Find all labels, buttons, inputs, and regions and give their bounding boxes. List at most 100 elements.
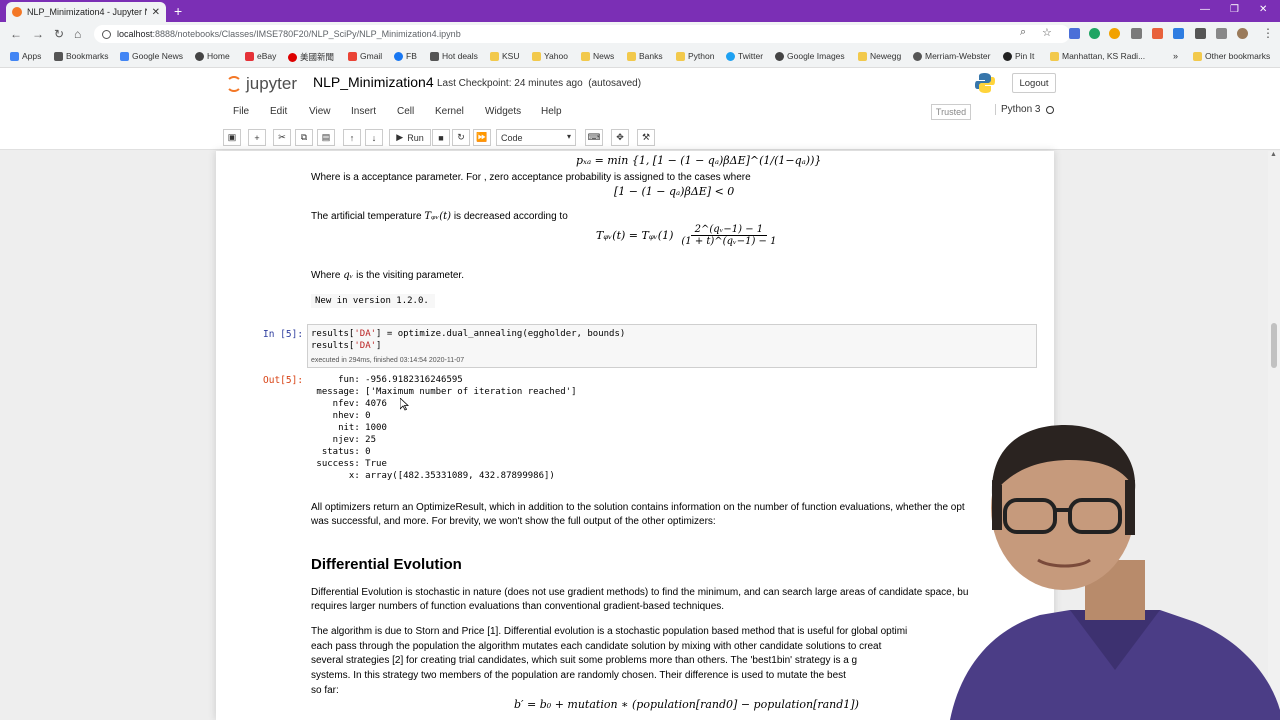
extension-icon[interactable] [1152, 28, 1163, 39]
save-icon[interactable]: ▣ [223, 129, 241, 146]
output-line: fun: -956.9182316246595 [311, 375, 463, 385]
bookmark-folder[interactable]: Python [676, 51, 714, 61]
bookmark-item[interactable]: FB [394, 51, 417, 61]
menu-help[interactable]: Help [541, 106, 562, 117]
cell-type-select[interactable]: Code ▾ [496, 129, 576, 146]
bookmark-folder[interactable]: Yahoo [532, 51, 568, 61]
move-up-icon[interactable]: ↑ [343, 129, 361, 146]
extensions-puzzle-icon[interactable] [1195, 28, 1206, 39]
bookmark-item[interactable]: Gmail [348, 51, 382, 61]
copy-icon[interactable]: ⧉ [295, 129, 313, 146]
hot-deals-icon [430, 51, 439, 61]
bookmark-item[interactable]: Apps [10, 51, 41, 61]
browser-tab-title: NLP_Minimization4 - Jupyter No [27, 7, 147, 17]
menu-cell[interactable]: Cell [397, 106, 414, 117]
paste-icon[interactable]: ▤ [317, 129, 335, 146]
bookmark-folder[interactable]: Banks [627, 51, 663, 61]
close-tab-icon[interactable]: ✕ [152, 7, 160, 18]
extension-icon[interactable] [1109, 28, 1120, 39]
toc-icon[interactable]: ✥ [611, 129, 629, 146]
output-prompt: Out[5]: [263, 375, 304, 386]
trusted-indicator[interactable]: Trusted [931, 104, 971, 120]
interrupt-icon[interactable]: ■ [432, 129, 450, 146]
output-line: x: array([482.35331089, 432.87899986]) [311, 471, 555, 481]
home-icon[interactable]: ⌂ [74, 27, 81, 41]
menu-insert[interactable]: Insert [351, 106, 376, 117]
minimize-window-icon[interactable]: — [1200, 4, 1210, 15]
reload-icon[interactable]: ↻ [54, 27, 64, 41]
restore-window-icon[interactable]: ❐ [1230, 4, 1239, 15]
bookmark-item[interactable]: Merriam-Webster [913, 51, 991, 61]
menu-kernel[interactable]: Kernel [435, 106, 464, 117]
bookmark-folder[interactable]: Manhattan, KS Radi... [1050, 51, 1145, 61]
tools-icon[interactable]: ⚒ [637, 129, 655, 146]
profile-avatar-icon[interactable] [1237, 28, 1248, 39]
run-button[interactable]: ▶ Run [389, 129, 431, 146]
ebay-icon [245, 51, 254, 61]
bookmark-item[interactable]: Google News [120, 51, 183, 61]
extension-icon[interactable] [1089, 28, 1100, 39]
menu-view[interactable]: View [309, 106, 331, 117]
extension-icon[interactable] [1069, 28, 1080, 39]
restart-icon[interactable]: ↻ [452, 129, 470, 146]
extension-icon[interactable] [1173, 28, 1184, 39]
paragraph-text: was successful, and more. For brevity, w… [311, 516, 716, 527]
forward-icon[interactable]: → [32, 27, 44, 41]
more-bookmarks-icon[interactable]: » [1173, 51, 1178, 61]
close-window-icon[interactable]: ✕ [1259, 4, 1267, 15]
temperature-formula: Tᵩᵥ(t) = Tᵩᵥ(1) 2^(qᵥ−1) − 1 (1 + t)^(qᵥ… [596, 224, 780, 247]
paragraph-text: Differential Evolution is stochastic in … [311, 587, 969, 598]
bookmark-folder[interactable]: Other bookmarks [1193, 51, 1270, 61]
browser-menu-icon[interactable]: ⋮ [1262, 26, 1274, 40]
bookmarks-bar: Apps Bookmarks Google News Home eBay 美國新… [0, 46, 1280, 68]
menu-edit[interactable]: Edit [270, 106, 287, 117]
bookmark-folder[interactable]: News [581, 51, 614, 61]
output-line: message: ['Maximum number of iteration r… [311, 387, 577, 397]
bookmark-star-icon[interactable]: ☆ [1042, 26, 1052, 39]
globe-icon [775, 51, 784, 61]
bookmark-item[interactable]: Google Images [775, 51, 845, 61]
keyboard-icon[interactable]: ⌨ [585, 129, 603, 146]
menu-widgets[interactable]: Widgets [485, 106, 521, 117]
new-tab-icon[interactable]: + [174, 3, 182, 19]
logout-button[interactable]: Logout [1012, 73, 1056, 93]
bookmark-item[interactable]: eBay [245, 51, 276, 61]
bookmark-item[interactable]: Bookmarks [54, 51, 109, 61]
folder-icon [1193, 51, 1202, 61]
python-logo-icon [975, 73, 995, 93]
acceptance-condition-formula: [1 − (1 − qₐ)βΔE] < 0 [614, 185, 735, 198]
paragraph-text: systems. In this strategy two members of… [311, 670, 846, 681]
bookmark-folder[interactable]: KSU [490, 51, 519, 61]
url-field[interactable]: localhost :8888/notebooks/Classes/IMSE78… [94, 25, 1070, 43]
webcam-presenter-overlay [950, 425, 1280, 720]
move-down-icon[interactable]: ↓ [365, 129, 383, 146]
extension-icon[interactable] [1131, 28, 1142, 39]
bookmark-item[interactable]: Twitter [726, 51, 763, 61]
back-icon[interactable]: ← [10, 27, 22, 41]
browser-tab[interactable]: NLP_Minimization4 - Jupyter No ✕ [6, 2, 166, 22]
scroll-up-icon[interactable]: ▲ [1270, 151, 1277, 158]
menu-file[interactable]: File [233, 106, 249, 117]
site-info-icon[interactable] [102, 29, 111, 39]
folder-icon [490, 51, 499, 61]
bookmark-item[interactable]: Pin It [1003, 51, 1034, 61]
scrollbar-thumb[interactable] [1271, 323, 1277, 368]
folder-icon [858, 51, 867, 61]
kernel-indicator: Python 3 [995, 104, 1055, 115]
apps-grid-icon [10, 51, 19, 61]
cut-icon[interactable]: ✂ [273, 129, 291, 146]
gmail-icon [348, 51, 357, 61]
insert-cell-icon[interactable]: + [248, 129, 266, 146]
restart-run-all-icon[interactable]: ⏩ [473, 129, 491, 146]
search-icon[interactable]: ⌕ [1020, 26, 1026, 39]
output-line: status: 0 [311, 447, 371, 457]
play-icon: ▶ [396, 132, 404, 142]
bookmark-folder[interactable]: Newegg [858, 51, 901, 61]
bookmark-item[interactable]: Home [195, 51, 230, 61]
bookmark-item[interactable]: Hot deals [430, 51, 478, 61]
jupyter-logo[interactable]: jupyter [226, 74, 297, 94]
code-line: results['DA'] = optimize.dual_annealing(… [311, 329, 626, 339]
notebook-name[interactable]: NLP_Minimization4 [313, 74, 434, 90]
bookmark-item[interactable]: 美國新聞 [288, 51, 334, 63]
reading-list-icon[interactable] [1216, 28, 1227, 39]
